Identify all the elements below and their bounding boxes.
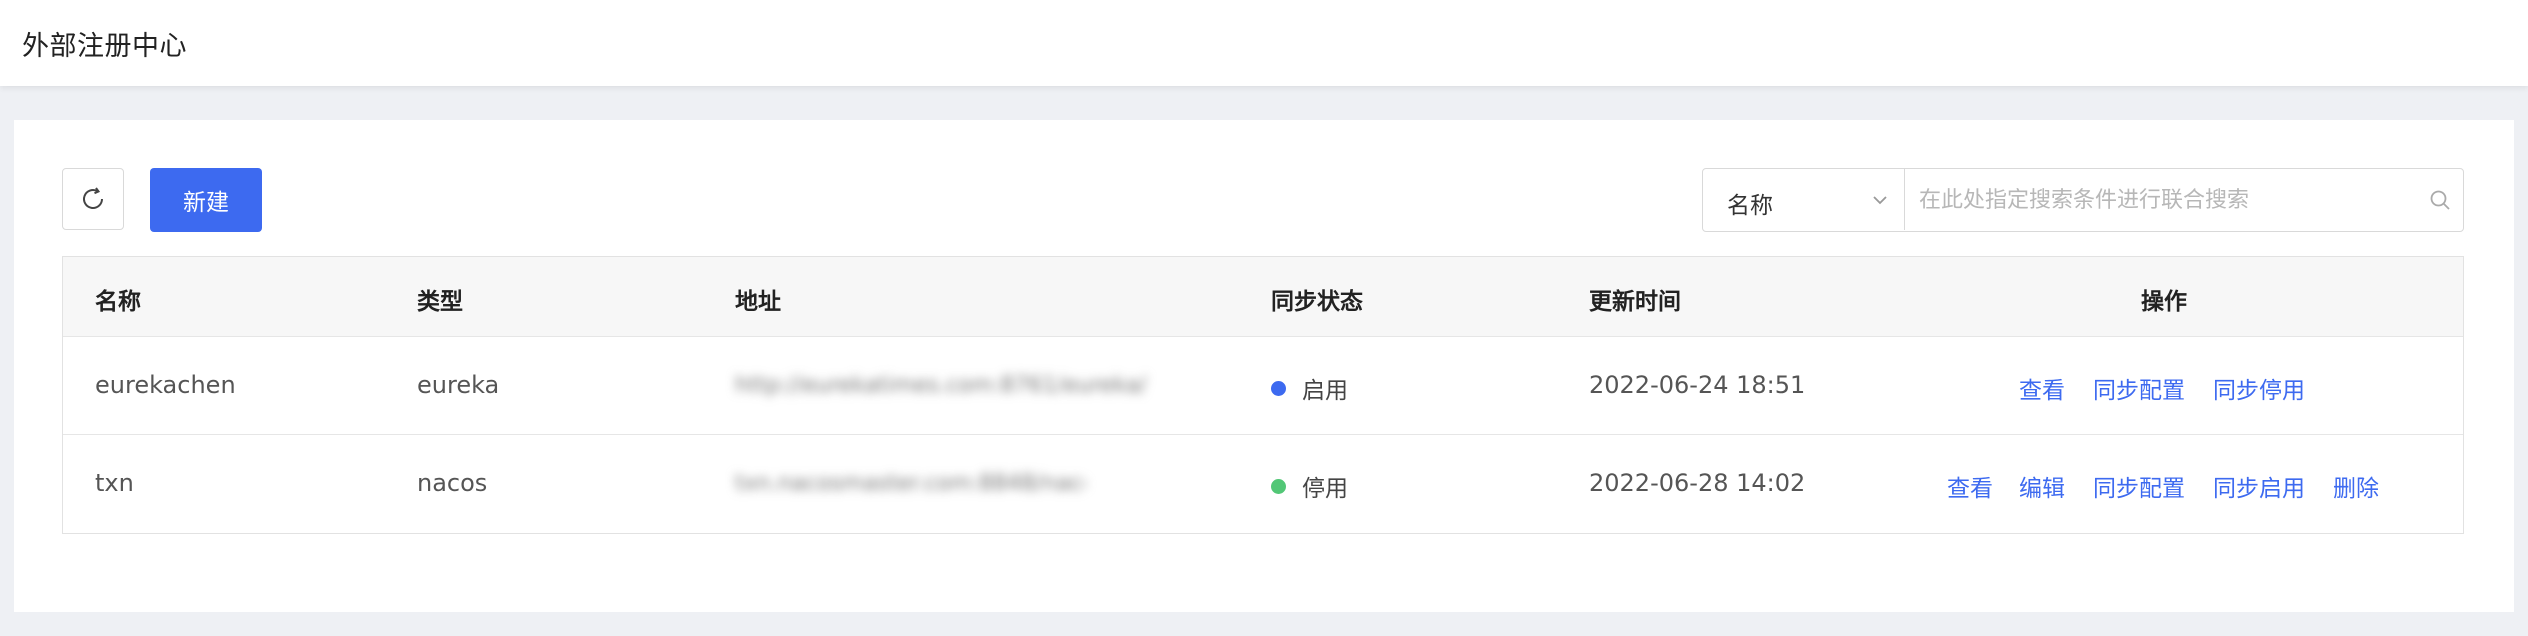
sync-enable-link[interactable]: 同步启用: [2213, 469, 2305, 503]
page-title: 外部注册中心: [22, 31, 187, 62]
cell-address: txn.nacosmaster.com:8848/nacos/: [735, 471, 1085, 496]
cell-type: nacos: [417, 469, 488, 497]
status-dot-enabled: [1271, 380, 1286, 396]
registry-table: 名称 类型 地址 同步状态 更新时间 操作 eurekachen eureka …: [62, 256, 2464, 534]
cell-name: txn: [95, 469, 134, 497]
sync-config-link[interactable]: 同步配置: [2093, 469, 2185, 503]
search-field-select[interactable]: 名称: [1703, 169, 1905, 230]
status-text: 停用: [1302, 476, 1348, 502]
sync-config-link[interactable]: 同步配置: [2093, 371, 2185, 405]
cell-updated: 2022-06-24 18:51: [1589, 371, 1806, 399]
column-header-updated: 更新时间: [1589, 289, 1681, 315]
column-header-address: 地址: [735, 289, 781, 315]
view-link[interactable]: 查看: [2019, 371, 2065, 405]
delete-link[interactable]: 删除: [2333, 469, 2379, 503]
column-header-name: 名称: [95, 289, 141, 315]
cell-type: eureka: [417, 371, 500, 399]
view-link[interactable]: 查看: [1947, 469, 1993, 503]
cell-updated: 2022-06-28 14:02: [1589, 469, 1806, 497]
status-text: 启用: [1302, 378, 1348, 404]
search-field-selected: 名称: [1727, 193, 1773, 219]
search-icon[interactable]: [2429, 189, 2451, 211]
table-header: 名称 类型 地址 同步状态 更新时间 操作: [63, 257, 2463, 337]
refresh-button[interactable]: [62, 168, 124, 230]
refresh-icon: [83, 187, 103, 209]
column-header-actions: 操作: [2141, 289, 2187, 315]
sync-disable-link[interactable]: 同步停用: [2213, 371, 2305, 405]
status-dot-disabled: [1271, 478, 1286, 494]
table-row: eurekachen eureka http://eurekatimes.com…: [63, 337, 2463, 435]
cell-sync-status: 启用: [1271, 371, 1348, 405]
cell-sync-status: 停用: [1271, 469, 1348, 503]
cell-name: eurekachen: [95, 371, 236, 399]
search-input[interactable]: [1917, 179, 2411, 221]
new-button[interactable]: 新建: [150, 168, 262, 232]
cell-address: http://eurekatimes.com:8761/eureka/: [735, 373, 1147, 398]
content-card: 新建 名称 名称 类型 地址 同步状态 更新时间 操作 eurekachen e…: [14, 120, 2514, 612]
edit-link[interactable]: 编辑: [2019, 469, 2065, 503]
column-header-sync-status: 同步状态: [1271, 289, 1363, 315]
table-row: txn nacos txn.nacosmaster.com:8848/nacos…: [63, 435, 2463, 533]
column-header-type: 类型: [417, 289, 463, 315]
search-bar: 名称: [1702, 168, 2464, 232]
chevron-down-icon: [1873, 196, 1887, 205]
page-header: 外部注册中心: [0, 0, 2528, 86]
